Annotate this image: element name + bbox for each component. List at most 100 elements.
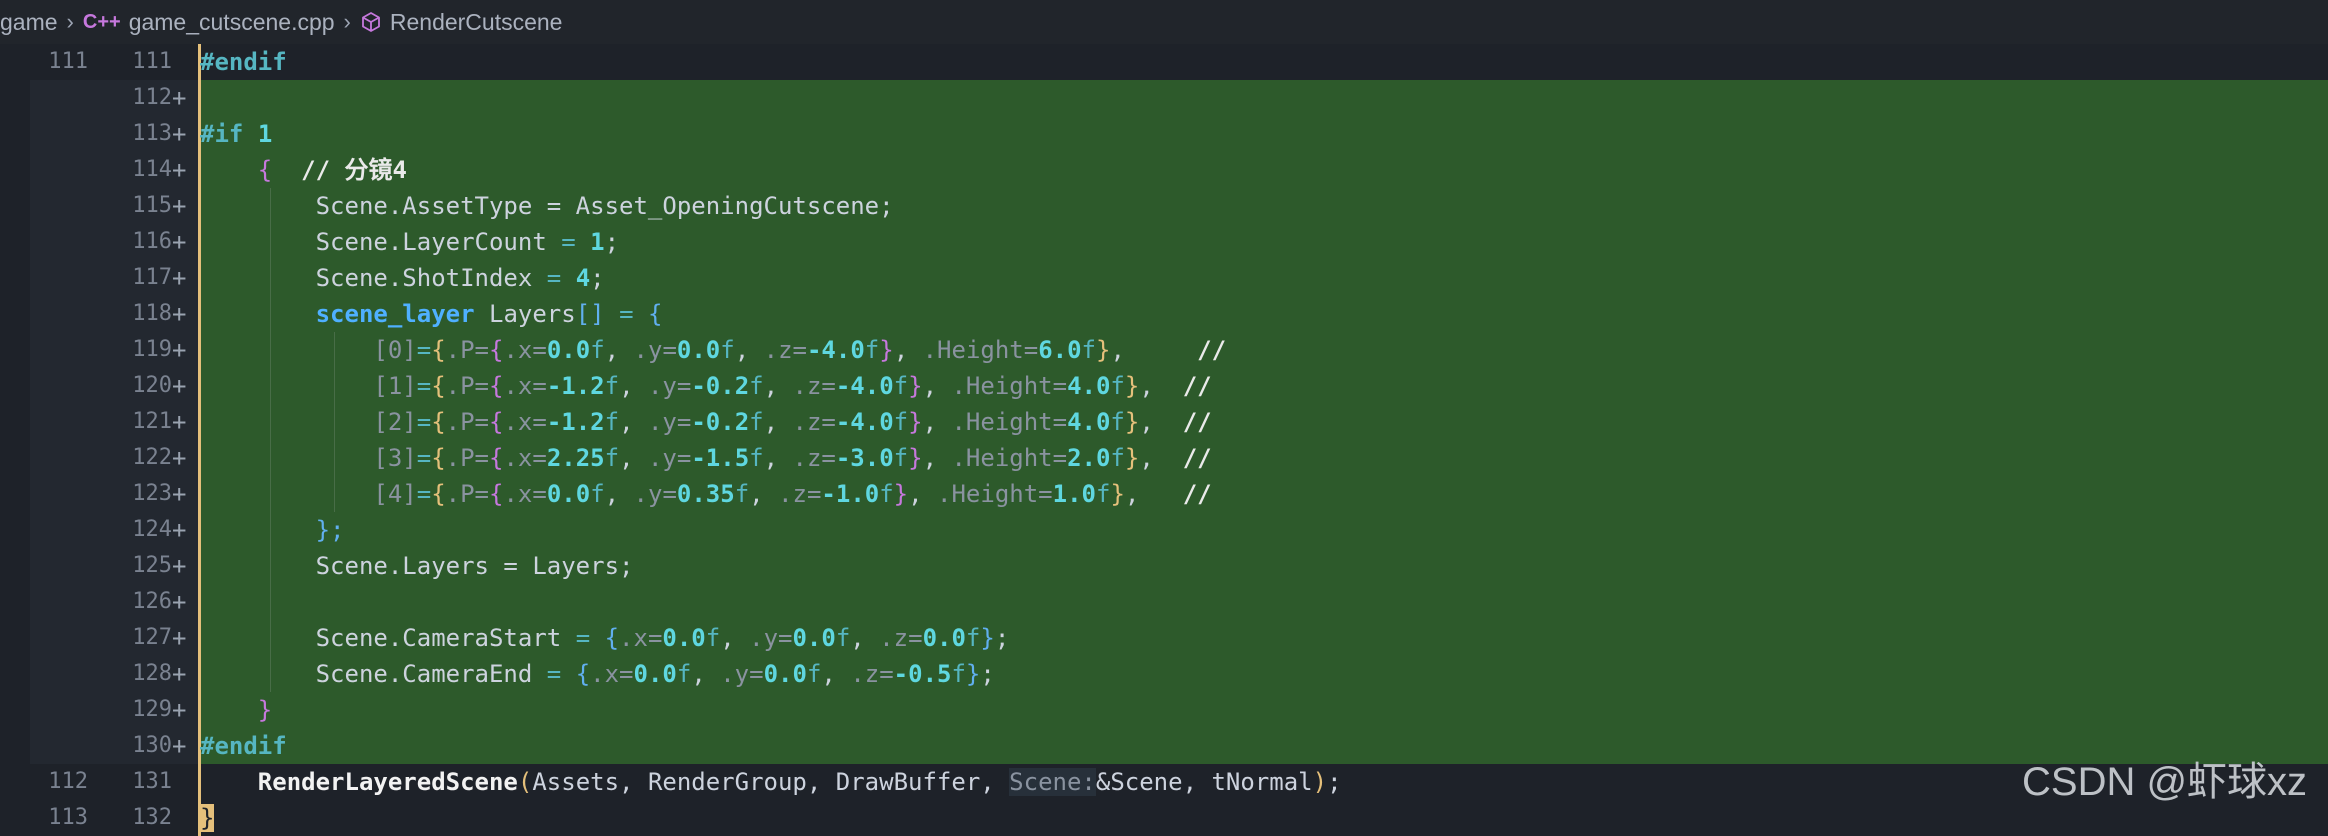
diff-add-marker: + xyxy=(172,228,187,256)
new-line-number: 119 xyxy=(132,337,172,362)
code-text: } xyxy=(257,696,273,724)
diff-add-marker: + xyxy=(172,156,187,184)
new-line-number: 131 xyxy=(132,769,172,794)
diff-add-marker: + xyxy=(172,444,187,472)
cube-icon xyxy=(360,11,382,33)
new-line-number: 125 xyxy=(132,553,172,578)
code-text: } xyxy=(200,800,215,836)
function-name: RenderLayeredScene xyxy=(257,768,518,796)
new-line-number: 118 xyxy=(132,301,172,326)
chevron-right-icon: › xyxy=(343,9,351,34)
new-line-number: 120 xyxy=(132,373,172,398)
new-line-number: 117 xyxy=(132,265,172,290)
code-text: #if 1 xyxy=(200,120,273,148)
code-line-added[interactable]: 129 + } xyxy=(0,692,2328,728)
new-line-number: 130 xyxy=(132,733,172,758)
new-line-number: 114 xyxy=(132,157,172,182)
breadcrumb-symbol[interactable]: RenderCutscene xyxy=(360,8,563,36)
code-text: [0]={.P={.x=0.0f, .y=0.0f, .z=-4.0f}, .H… xyxy=(373,336,1227,364)
new-line-number: 127 xyxy=(132,625,172,650)
code-text: [1]={.P={.x=-1.2f, .y=-0.2f, .z=-4.0f}, … xyxy=(373,372,1212,400)
code-line-added[interactable]: 125 + Scene.Layers = Layers; xyxy=(0,548,2328,584)
code-text: Scene.LayerCount = 1; xyxy=(315,228,620,256)
layer-row[interactable]: 123 + [4]={.P={.x=0.0f, .y=0.35f, .z=-1.… xyxy=(0,476,2328,512)
code-comment: // 分镜4 xyxy=(301,156,407,184)
code-text: [2]={.P={.x=-1.2f, .y=-0.2f, .z=-4.0f}, … xyxy=(373,408,1212,436)
new-line-number: 129 xyxy=(132,697,172,722)
diff-add-marker: + xyxy=(172,732,187,760)
old-line-number: 111 xyxy=(48,49,88,74)
code-line-added[interactable]: 115 + Scene.AssetType = Asset_OpeningCut… xyxy=(0,188,2328,224)
new-line-number: 111 xyxy=(132,49,172,74)
new-line-number: 112 xyxy=(132,85,172,110)
code-line-added[interactable]: 118 + scene_layer Layers[] = { xyxy=(0,296,2328,332)
old-line-number: 113 xyxy=(48,805,88,830)
code-line-added[interactable]: 127 + Scene.CameraStart = {.x=0.0f, .y=0… xyxy=(0,620,2328,656)
diff-add-marker: + xyxy=(172,336,187,364)
new-line-number: 128 xyxy=(132,661,172,686)
code-line-added[interactable]: 117 + Scene.ShotIndex = 4; xyxy=(0,260,2328,296)
code-line-added[interactable]: 116 + Scene.LayerCount = 1; xyxy=(0,224,2328,260)
chevron-right-icon: › xyxy=(66,9,74,34)
breadcrumb-folder-label: game xyxy=(0,8,58,35)
code-text: Scene.ShotIndex = 4; xyxy=(315,264,605,292)
diff-add-marker: + xyxy=(172,552,187,580)
code-line-added[interactable]: 126 + xyxy=(0,584,2328,620)
layer-row[interactable]: 119 + [0]={.P={.x=0.0f, .y=0.0f, .z=-4.0… xyxy=(0,332,2328,368)
diff-add-marker: + xyxy=(172,516,187,544)
code-text: Scene.Layers = Layers; xyxy=(315,552,634,580)
diff-add-marker: + xyxy=(172,372,187,400)
code-text: #endif xyxy=(200,732,287,760)
code-text: scene_layer Layers[] = { xyxy=(315,300,663,328)
code-line[interactable]: 111 111 #endif xyxy=(0,44,2328,80)
watermark: CSDN @虾球xz xyxy=(2022,760,2308,804)
new-line-number: 124 xyxy=(132,517,172,542)
diff-add-marker: + xyxy=(172,408,187,436)
code-line[interactable]: 113 132 } xyxy=(0,800,2328,836)
diff-add-marker: + xyxy=(172,120,187,148)
breadcrumb-file[interactable]: C++ game_cutscene.cpp xyxy=(83,9,335,36)
code-text: { // 分镜4 xyxy=(257,156,407,184)
breadcrumb-file-label: game_cutscene.cpp xyxy=(128,8,335,35)
new-line-number: 126 xyxy=(132,589,172,614)
layer-row[interactable]: 122 + [3]={.P={.x=2.25f, .y=-1.5f, .z=-3… xyxy=(0,440,2328,476)
diff-add-marker: + xyxy=(172,264,187,292)
code-text: [4]={.P={.x=0.0f, .y=0.35f, .z=-1.0f}, .… xyxy=(373,480,1212,508)
code-text: Scene.CameraEnd = {.x=0.0f, .y=0.0f, .z=… xyxy=(315,660,995,688)
code-line-added[interactable]: 114 + { // 分镜4 xyxy=(0,152,2328,188)
code-text: }; xyxy=(315,516,345,544)
breadcrumb-symbol-label: RenderCutscene xyxy=(389,8,563,35)
code-line-added[interactable]: 130 + #endif xyxy=(0,728,2328,764)
old-line-number: 112 xyxy=(48,769,88,794)
code-text: RenderLayeredScene(Assets, RenderGroup, … xyxy=(257,768,1342,796)
diff-add-marker: + xyxy=(172,588,187,616)
code-editor[interactable]: 111 111 #endif 112 + 113 + #if 1 114 + {… xyxy=(0,44,2328,836)
new-line-number: 113 xyxy=(132,121,172,146)
diff-add-marker: + xyxy=(172,192,187,220)
code-line-added[interactable]: 124 + }; xyxy=(0,512,2328,548)
cpp-file-icon: C++ xyxy=(82,10,121,33)
diff-add-marker: + xyxy=(172,300,187,328)
new-line-number: 121 xyxy=(132,409,172,434)
code-text: [3]={.P={.x=2.25f, .y=-1.5f, .z=-3.0f}, … xyxy=(373,444,1212,472)
layer-row[interactable]: 120 + [1]={.P={.x=-1.2f, .y=-0.2f, .z=-4… xyxy=(0,368,2328,404)
new-line-number: 115 xyxy=(132,193,172,218)
breadcrumb-folder[interactable]: game xyxy=(0,9,58,36)
new-line-number: 116 xyxy=(132,229,172,254)
layer-row[interactable]: 121 + [2]={.P={.x=-1.2f, .y=-0.2f, .z=-4… xyxy=(0,404,2328,440)
code-line[interactable]: 112 131 RenderLayeredScene(Assets, Rende… xyxy=(0,764,2328,800)
diff-add-marker: + xyxy=(172,696,187,724)
diff-add-marker: + xyxy=(172,660,187,688)
code-line-added[interactable]: 112 + xyxy=(0,80,2328,116)
code-line-added[interactable]: 128 + Scene.CameraEnd = {.x=0.0f, .y=0.0… xyxy=(0,656,2328,692)
code-text: Scene.AssetType = Asset_OpeningCutscene; xyxy=(315,192,894,220)
new-line-number: 132 xyxy=(132,805,172,830)
text-cursor: } xyxy=(200,804,215,832)
new-line-number: 123 xyxy=(132,481,172,506)
parameter-hint: Scene: xyxy=(1009,768,1096,796)
code-text: #endif xyxy=(200,48,287,76)
code-text: Scene.CameraStart = {.x=0.0f, .y=0.0f, .… xyxy=(315,624,1010,652)
code-line-added[interactable]: 113 + #if 1 xyxy=(0,116,2328,152)
breadcrumb: game › C++ game_cutscene.cpp › RenderCut… xyxy=(0,0,2328,44)
diff-add-marker: + xyxy=(172,480,187,508)
